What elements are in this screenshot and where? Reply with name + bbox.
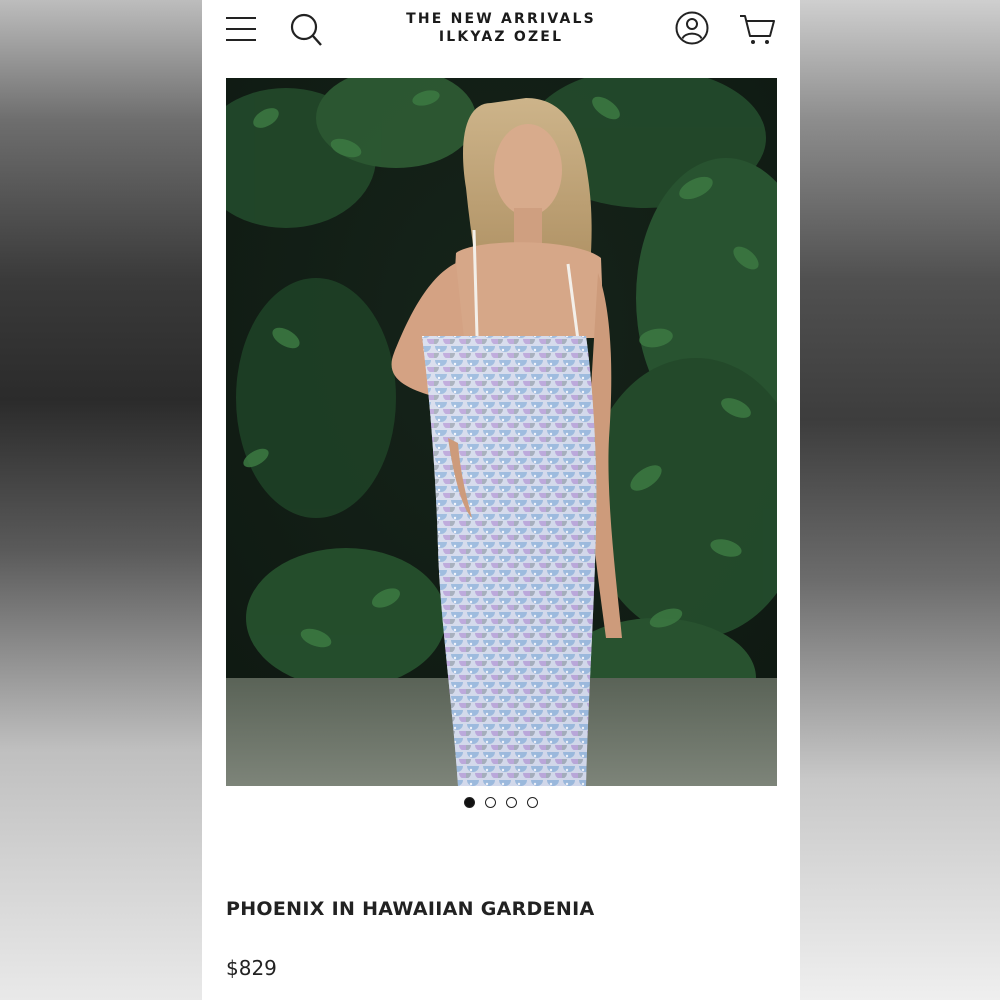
carousel-dot-4[interactable] [527,797,538,808]
brand-logo[interactable]: THE NEW ARRIVALS ILKYAZ OZEL [352,10,650,46]
menu-icon[interactable] [224,14,258,44]
cart-icon[interactable] [738,12,776,48]
product-title: PHOENIX IN HAWAIIAN GARDENIA [226,898,595,920]
carousel-dot-2[interactable] [485,797,496,808]
search-icon[interactable] [288,10,324,48]
backdrop-right [798,0,1000,1000]
product-image[interactable] [226,78,777,786]
account-icon[interactable] [674,10,710,46]
product-page: THE NEW ARRIVALS ILKYAZ OZEL PHOENIX IN … [202,0,800,1000]
product-price: $829 [226,956,277,980]
carousel-dots [202,797,800,808]
brand-line-2: ILKYAZ OZEL [438,29,564,45]
backdrop-left [0,0,202,1000]
site-header: THE NEW ARRIVALS ILKYAZ OZEL [202,0,800,60]
carousel-dot-3[interactable] [506,797,517,808]
brand-line-1: THE NEW ARRIVALS [406,11,596,27]
carousel-dot-1[interactable] [464,797,475,808]
